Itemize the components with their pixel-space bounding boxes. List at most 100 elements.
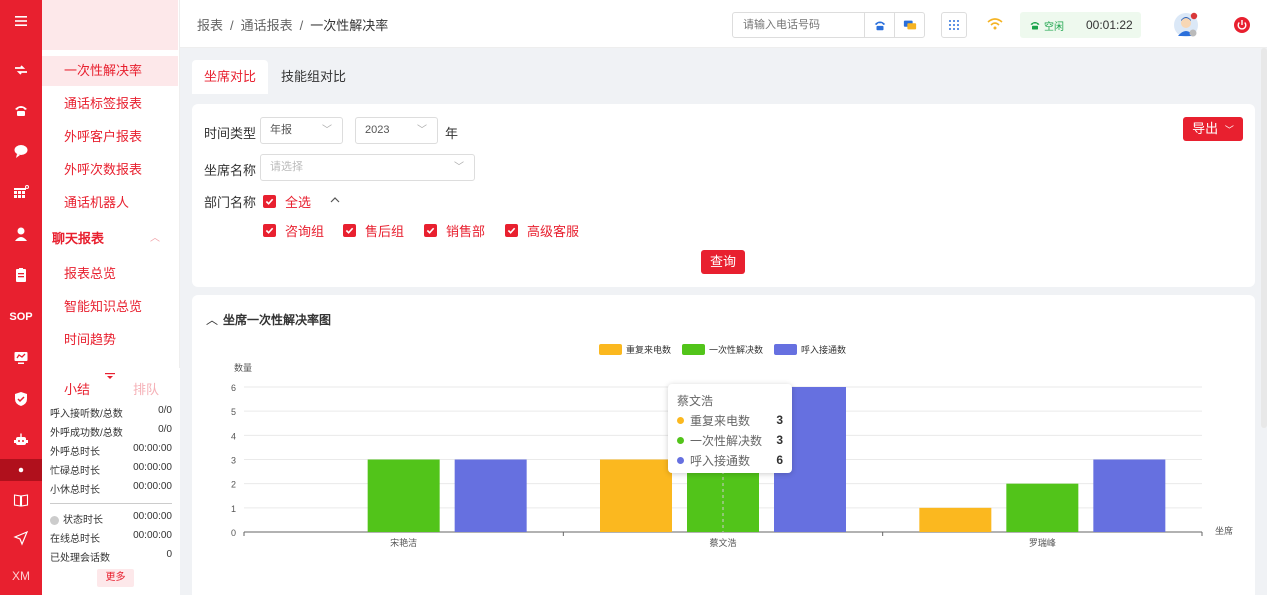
chat-icon[interactable] [0, 135, 42, 167]
avatar[interactable] [1173, 12, 1199, 38]
monitor-icon[interactable] [0, 342, 42, 374]
dept-checkbox-after-sales[interactable]: 售后组 [343, 222, 404, 239]
send-icon[interactable] [0, 522, 42, 554]
y-tick-label: 5 [231, 407, 236, 417]
time-type-select[interactable]: 年报 ﹀ [260, 117, 343, 144]
chevron-down-icon: ﹀ [322, 125, 332, 136]
submenu-item-call-robot[interactable]: 通话机器人 [42, 188, 178, 218]
robot-icon[interactable] [0, 424, 42, 456]
checkbox-checked-icon [424, 223, 437, 237]
year-unit: 年 [445, 126, 459, 141]
tooltip-row: 呼入接通数 6 [677, 450, 783, 470]
tab-summary[interactable]: 小结 [64, 379, 90, 398]
page-scrollbar[interactable] [1261, 48, 1267, 428]
summary-row: 状态时长 00:00:00 [50, 511, 172, 527]
dept-checkbox-consult[interactable]: 咨询组 [263, 222, 324, 239]
report-tabs: 坐席对比 技能组对比 [192, 60, 1255, 94]
more-button[interactable]: 更多 [97, 569, 134, 587]
breadcrumb: 报表 / 通话报表 / 一次性解决率 [197, 18, 389, 33]
dept-checkbox-senior-service[interactable]: 高级客服 [505, 222, 579, 239]
submenu-header [42, 0, 178, 50]
transfer-icon[interactable] [0, 54, 42, 86]
export-button[interactable]: 导出 ﹀ [1183, 117, 1243, 141]
select-all-checkbox[interactable]: 全选 [263, 193, 311, 210]
submenu-item-time-trend[interactable]: 时间趋势 [42, 325, 178, 355]
x-tick-label: 宋艳洁 [390, 537, 417, 548]
year-select[interactable]: 2023 ﹀ [355, 117, 438, 144]
active-indicator [0, 459, 42, 481]
message-button[interactable] [894, 13, 924, 37]
tooltip-dot [677, 416, 684, 424]
time-type-label: 时间类型 [204, 126, 257, 141]
phone-number-input[interactable] [733, 13, 864, 37]
report-grid-icon[interactable] [0, 177, 42, 209]
y-tick-label: 6 [231, 383, 236, 393]
agent-status[interactable]: 空闲 00:01:22 [1020, 12, 1141, 38]
divider [50, 503, 172, 504]
summary-row: 在线总时长 00:00:00 [50, 530, 172, 545]
summary-row: 小休总时长 00:00:00 [50, 481, 172, 496]
submenu-item-call-tag-report[interactable]: 通话标签报表 [42, 89, 178, 119]
submenu-item-report-overview[interactable]: 报表总览 [42, 259, 178, 289]
bar [1006, 483, 1079, 532]
shield-icon[interactable] [0, 383, 42, 415]
status-timer: 00:01:22 [1086, 18, 1133, 32]
summary-row: 外呼成功数/总数 0/0 [50, 424, 172, 439]
chart-panel: ︿ 坐席一次性解决率图 重复来电数 一次性解决数 呼入接通数 0 1 2 3 4 5 6 数量坐… [192, 295, 1255, 595]
y-tick-label: 1 [231, 504, 236, 514]
chevron-down-icon: ﹀ [454, 162, 464, 173]
bar [367, 459, 440, 532]
department-label: 部门名称 [204, 195, 257, 210]
tooltip-dot [677, 456, 684, 464]
tab-queue[interactable]: 排队 [133, 379, 159, 398]
x-tick-label: 罗瑞峰 [1029, 537, 1056, 548]
checkbox-checked-icon [263, 223, 276, 237]
agent-name-select[interactable]: 请选择 ﹀ [260, 154, 475, 181]
tab-agent-compare[interactable]: 坐席对比 [192, 60, 269, 94]
y-tick-label: 0 [231, 528, 236, 538]
status-dot-icon [50, 515, 59, 525]
book-icon[interactable] [0, 484, 42, 516]
chevron-up-icon: ︿ [150, 233, 160, 244]
y-axis-label: 数量 [234, 362, 252, 373]
message-icon [903, 20, 916, 30]
x-tick-label: 蔡文浩 [709, 537, 736, 548]
checkbox-checked-icon [505, 223, 518, 237]
chevron-down-icon: ﹀ [417, 125, 427, 136]
telephone-icon [1030, 22, 1040, 30]
chevron-up-icon[interactable] [328, 193, 342, 207]
dial-button[interactable] [864, 13, 894, 37]
chevron-down-icon: ﹀ [1224, 125, 1234, 135]
drag-handle-icon[interactable] [104, 368, 116, 379]
clipboard-icon[interactable] [0, 259, 42, 291]
y-tick-label: 4 [231, 431, 236, 441]
y-tick-label: 2 [231, 480, 236, 490]
submenu-item-outbound-count-report[interactable]: 外呼次数报表 [42, 155, 178, 185]
sop-icon[interactable]: SOP [0, 301, 42, 333]
power-icon[interactable] [1234, 17, 1250, 33]
status-label: 空闲 [1044, 21, 1064, 33]
query-button[interactable]: 查询 [701, 250, 745, 274]
telephone-icon[interactable] [0, 94, 42, 126]
top-bar: 报表/通话报表/一次性解决率 空闲 00:01:22 [180, 0, 1267, 48]
summary-row: 已处理会话数 0 [50, 549, 172, 564]
tab-skill-group-compare[interactable]: 技能组对比 [269, 60, 358, 94]
submenu-group-chat-report[interactable]: 聊天报表 ︿ [42, 224, 178, 254]
agent-name-label: 坐席名称 [204, 163, 257, 178]
summary-row: 忙碌总时长 00:00:00 [50, 462, 172, 477]
bar [600, 459, 672, 532]
breadcrumb-item[interactable]: 报表 [197, 18, 223, 33]
xm-icon[interactable]: XM [0, 560, 42, 592]
dept-checkbox-sales[interactable]: 销售部 [424, 222, 485, 239]
dialpad-button[interactable] [941, 12, 967, 38]
summary-row: 呼入接听数/总数 0/0 [50, 405, 172, 420]
menu-icon[interactable] [0, 5, 42, 37]
tooltip-row: 重复来电数 3 [677, 410, 783, 430]
submenu-item-outbound-customer-report[interactable]: 外呼客户报表 [42, 122, 178, 152]
user-icon[interactable] [0, 218, 42, 250]
submenu-item-knowledge-overview[interactable]: 智能知识总览 [42, 292, 178, 322]
tooltip-title: 蔡文浩 [677, 394, 714, 408]
group-label: 聊天报表 [52, 231, 105, 246]
submenu-item-first-call-resolution[interactable]: 一次性解决率 [42, 56, 178, 86]
breadcrumb-item[interactable]: 通话报表 [241, 18, 293, 33]
